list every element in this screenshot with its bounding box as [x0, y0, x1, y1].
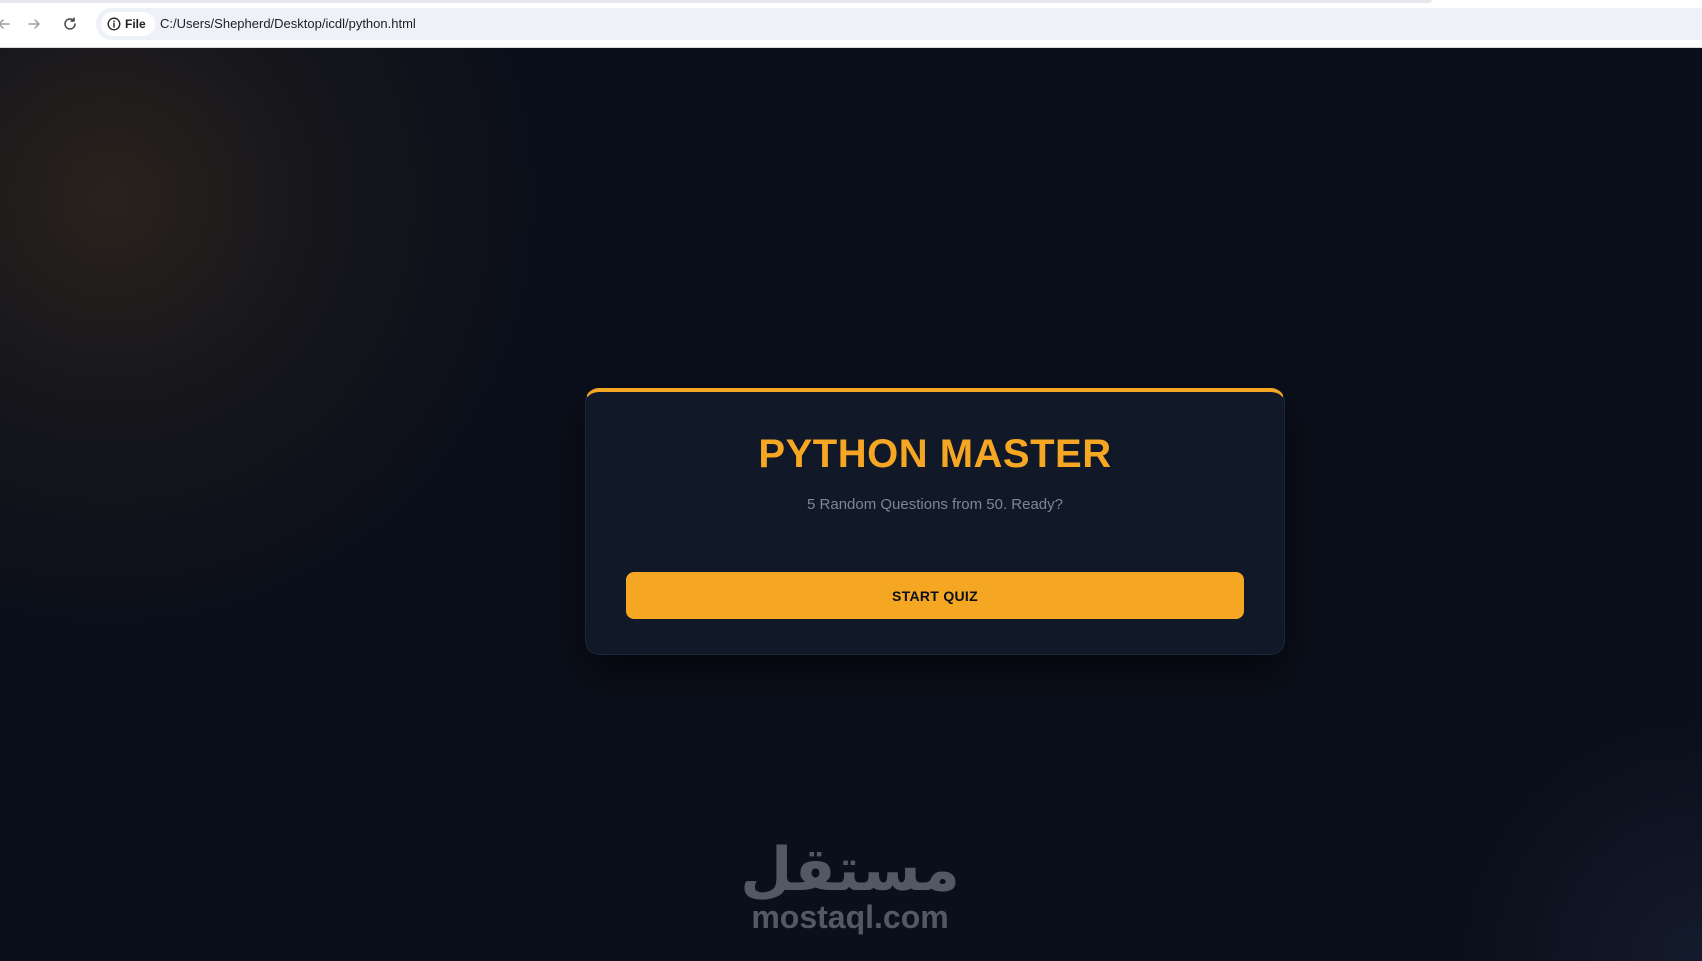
- forward-button[interactable]: [22, 12, 46, 36]
- quiz-card: PYTHON MASTER 5 Random Questions from 50…: [585, 388, 1285, 655]
- info-icon: [107, 17, 121, 31]
- address-bar[interactable]: File C:/Users/Shepherd/Desktop/icdl/pyth…: [96, 8, 1702, 40]
- reload-icon: [64, 17, 76, 30]
- start-quiz-button[interactable]: START QUIZ: [626, 572, 1244, 619]
- browser-toolbar: File C:/Users/Shepherd/Desktop/icdl/pyth…: [0, 0, 1702, 48]
- watermark-arabic: مستقل: [740, 835, 960, 905]
- tab-strip: [0, 0, 1432, 3]
- watermark-latin: mostaql.com: [751, 899, 949, 935]
- back-button[interactable]: [0, 12, 16, 36]
- quiz-title: PYTHON MASTER: [758, 432, 1112, 476]
- reload-button[interactable]: [58, 12, 82, 36]
- arrow-left-icon: [0, 19, 10, 29]
- watermark: مستقل mostaql.com: [700, 838, 1000, 934]
- arrow-right-icon: [28, 19, 40, 29]
- site-info-chip[interactable]: File: [101, 12, 155, 36]
- page-viewport: PYTHON MASTER 5 Random Questions from 50…: [0, 48, 1702, 961]
- url-text[interactable]: C:/Users/Shepherd/Desktop/icdl/python.ht…: [160, 16, 416, 31]
- site-chip-label: File: [125, 17, 146, 31]
- quiz-subtitle: 5 Random Questions from 50. Ready?: [807, 496, 1063, 513]
